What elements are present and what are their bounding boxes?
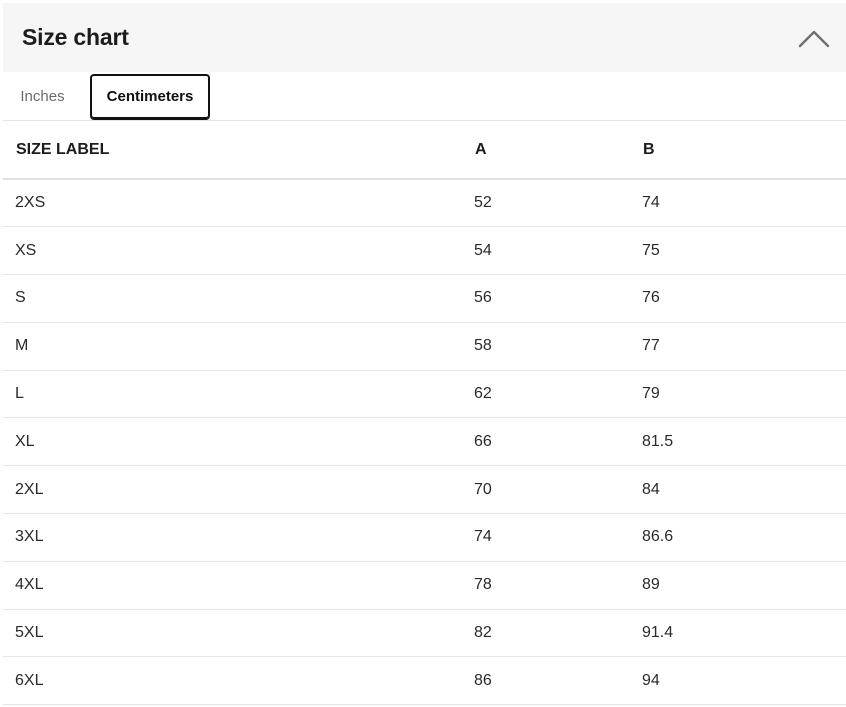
size-table: SIZE LABEL A B 2XS 52 74 XS 54 75 S 56 7… bbox=[3, 121, 846, 706]
column-header-a: A bbox=[462, 121, 630, 180]
unit-tabs: Inches Centimeters bbox=[3, 72, 846, 121]
size-chart-panel: Size chart Inches Centimeters SIZE LABEL… bbox=[3, 3, 846, 706]
measurement-b-cell: 86.6 bbox=[630, 513, 846, 562]
measurement-a-cell: 56 bbox=[462, 274, 630, 323]
size-label-cell: XS bbox=[3, 226, 462, 276]
size-label-cell: 6XL bbox=[3, 656, 462, 706]
size-label-cell: 5XL bbox=[3, 609, 462, 658]
measurement-b-cell: 74 bbox=[630, 179, 846, 228]
tab-centimeters[interactable]: Centimeters bbox=[90, 74, 210, 119]
size-label-cell: S bbox=[3, 274, 462, 323]
measurement-a-cell: 58 bbox=[462, 322, 630, 371]
table-row: 4XL 78 89 bbox=[3, 561, 846, 610]
size-label-cell: M bbox=[3, 322, 462, 371]
table-row: 6XL 86 94 bbox=[3, 656, 846, 706]
size-label-cell: L bbox=[3, 370, 462, 419]
table-row: M 58 77 bbox=[3, 322, 846, 371]
size-chart-header[interactable]: Size chart bbox=[3, 3, 846, 72]
column-header-b: B bbox=[630, 121, 846, 180]
measurement-a-cell: 82 bbox=[462, 609, 630, 658]
measurement-b-cell: 79 bbox=[630, 370, 846, 419]
measurement-b-cell: 84 bbox=[630, 465, 846, 515]
table-row: 2XS 52 74 bbox=[3, 179, 846, 228]
table-row: XL 66 81.5 bbox=[3, 417, 846, 467]
table-row: 3XL 74 86.6 bbox=[3, 513, 846, 562]
measurement-b-cell: 76 bbox=[630, 274, 846, 323]
measurement-a-cell: 70 bbox=[462, 465, 630, 515]
table-header-row: SIZE LABEL A B bbox=[3, 121, 846, 180]
size-chart-title: Size chart bbox=[22, 24, 129, 50]
table-row: L 62 79 bbox=[3, 370, 846, 419]
tab-inches[interactable]: Inches bbox=[3, 74, 82, 119]
measurement-a-cell: 62 bbox=[462, 370, 630, 419]
measurement-b-cell: 94 bbox=[630, 656, 846, 706]
table-row: S 56 76 bbox=[3, 274, 846, 323]
measurement-b-cell: 81.5 bbox=[630, 417, 846, 467]
table-row: 5XL 82 91.4 bbox=[3, 609, 846, 658]
table-row: 2XL 70 84 bbox=[3, 465, 846, 515]
measurement-a-cell: 52 bbox=[462, 179, 630, 228]
collapse-button[interactable] bbox=[796, 20, 832, 56]
size-label-cell: 2XS bbox=[3, 179, 462, 228]
measurement-b-cell: 75 bbox=[630, 226, 846, 276]
measurement-a-cell: 78 bbox=[462, 561, 630, 610]
size-label-cell: 3XL bbox=[3, 513, 462, 562]
table-row: XS 54 75 bbox=[3, 226, 846, 276]
measurement-b-cell: 77 bbox=[630, 322, 846, 371]
column-header-size-label: SIZE LABEL bbox=[3, 121, 462, 180]
size-label-cell: XL bbox=[3, 417, 462, 467]
measurement-b-cell: 91.4 bbox=[630, 609, 846, 658]
size-label-cell: 2XL bbox=[3, 465, 462, 515]
measurement-a-cell: 66 bbox=[462, 417, 630, 467]
measurement-a-cell: 74 bbox=[462, 513, 630, 562]
measurement-a-cell: 86 bbox=[462, 656, 630, 706]
measurement-b-cell: 89 bbox=[630, 561, 846, 610]
chevron-up-icon bbox=[798, 30, 830, 47]
size-label-cell: 4XL bbox=[3, 561, 462, 610]
measurement-a-cell: 54 bbox=[462, 226, 630, 276]
